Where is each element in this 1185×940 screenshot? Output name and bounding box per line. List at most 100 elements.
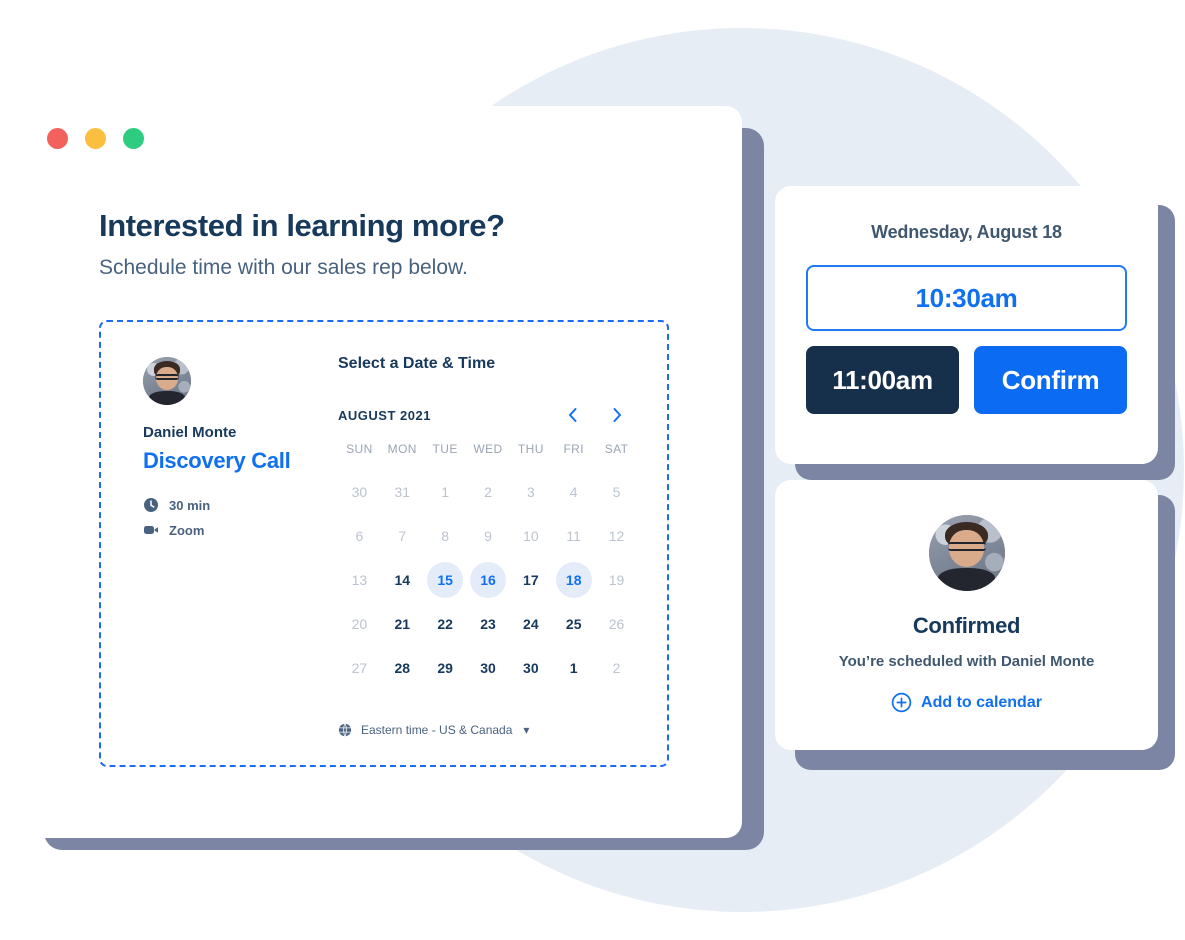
calendar-day-disabled: 30 (338, 470, 381, 514)
confirmation-title: Confirmed (912, 613, 1021, 638)
calendar-day-number: 12 (608, 528, 625, 544)
calendar-day-number: 22 (437, 616, 453, 632)
calendar-day-number: 25 (565, 616, 582, 632)
calendar-day-number: 30 (523, 660, 539, 676)
minimize-window-button[interactable] (85, 128, 106, 149)
calendar-day-number: 30 (351, 484, 368, 500)
calendar-day-number: 21 (394, 616, 411, 632)
calendar-day-number: 1 (441, 484, 450, 500)
calendar-day-disabled: 4 (552, 470, 595, 514)
event-location-label: Zoom (169, 522, 205, 538)
calendar-weekday-wed: WED (473, 442, 503, 456)
screenshot-root: Interested in learning more? Schedule ti… (0, 0, 1185, 940)
calendar-day-number: 5 (612, 484, 621, 500)
calendar-day[interactable]: 22 (424, 602, 467, 646)
event-duration: 30 min (143, 497, 323, 513)
time-slots-card: Wednesday, August 18 10:30am 11:00am Con… (775, 186, 1158, 464)
calendar-day[interactable]: 29 (424, 646, 467, 690)
calendar-day-number: 15 (427, 562, 464, 598)
calendar-day[interactable]: 28 (381, 646, 424, 690)
time-slot-list: 10:30am 11:00am Confirm (775, 243, 1158, 414)
calendar-day[interactable]: 30 (467, 646, 510, 690)
calendar-day-disabled: 12 (595, 514, 638, 558)
page-header: Interested in learning more? Schedule ti… (99, 206, 659, 281)
host-avatar (143, 357, 191, 405)
calendar-day-number: 31 (394, 484, 411, 500)
calendar-weekday-fri: FRI (563, 442, 584, 456)
selected-date-label: Wednesday, August 18 (871, 222, 1062, 242)
calendar-day-number: 4 (569, 484, 578, 500)
calendar-weekday-sun: SUN (346, 442, 373, 456)
calendar-panel: Select a Date & Time AUGUST 2021 SUN MON… (338, 355, 638, 690)
calendar-day-number: 18 (555, 562, 592, 598)
calendar-day-disabled: 26 (595, 602, 638, 646)
calendar-day-disabled: 6 (338, 514, 381, 558)
calendar-day-disabled: 1 (424, 470, 467, 514)
calendar-grid: SUN MON TUE WED THU FRI SAT 30 31 1 2 3 4 5 6 7 8 9 10 11 12… (338, 442, 638, 690)
calendar-day-number: 7 (398, 528, 407, 544)
calendar-day-disabled: 7 (381, 514, 424, 558)
calendar-day-number: 1 (569, 660, 578, 676)
calendar-day-number: 27 (351, 660, 368, 676)
time-slot-selected[interactable]: 10:30am (806, 265, 1127, 331)
calendar-day-number: 11 (566, 528, 581, 544)
time-slot-next[interactable]: 11:00am (806, 346, 959, 414)
next-month-button[interactable] (608, 406, 626, 424)
calendar-day-disabled: 10 (509, 514, 552, 558)
confirmation-subtitle: You’re scheduled with Daniel Monte (838, 653, 1095, 670)
calendar-day-number: 23 (480, 616, 496, 632)
calendar-day-number: 16 (469, 562, 506, 598)
event-duration-label: 30 min (169, 497, 211, 513)
calendar-nav-group (563, 406, 638, 424)
timezone-selector[interactable]: Eastern time - US & Canada ▾ (338, 723, 529, 737)
calendar-day[interactable]: 18 (552, 558, 595, 602)
globe-icon (338, 723, 352, 737)
calendar-weekday-tue: TUE (432, 442, 458, 456)
calendar-day-disabled: 19 (595, 558, 638, 602)
previous-month-button[interactable] (563, 406, 581, 424)
calendar-day-disabled: 2 (467, 470, 510, 514)
calendar-day-number: 26 (608, 616, 625, 632)
calendar-day-number: 3 (526, 484, 535, 500)
calendar-day[interactable]: 16 (467, 558, 510, 602)
page-subtitle: Schedule time with our sales rep below. (99, 255, 468, 279)
calendar-day-number: 9 (484, 528, 492, 544)
calendar-day-disabled: 31 (381, 470, 424, 514)
calendar-day-number: 2 (612, 660, 621, 676)
close-window-button[interactable] (47, 128, 68, 149)
calendar-day[interactable]: 15 (424, 558, 467, 602)
calendar-day-disabled: 11 (552, 514, 595, 558)
calendar-day[interactable]: 24 (509, 602, 552, 646)
scheduling-widget-embed: Daniel Monte Discovery Call 30 min Zoom (99, 320, 669, 767)
calendar-day-disabled: 5 (595, 470, 638, 514)
chevron-left-icon (568, 408, 576, 422)
calendar-day-number: 28 (394, 660, 411, 676)
calendar-day[interactable]: 14 (381, 558, 424, 602)
calendar-day[interactable]: 1 (552, 646, 595, 690)
add-to-calendar-link[interactable]: Add to calendar (775, 692, 1158, 713)
host-name: Daniel Monte (143, 424, 237, 441)
calendar-weekday-sat: SAT (604, 442, 629, 456)
calendar-day-disabled: 3 (509, 470, 552, 514)
calendar-day[interactable]: 25 (552, 602, 595, 646)
calendar-day-disabled: 20 (338, 602, 381, 646)
confirmation-card: Confirmed You’re scheduled with Daniel M… (775, 480, 1158, 750)
calendar-day-number: 24 (523, 616, 539, 632)
calendar-day[interactable]: 17 (509, 558, 552, 602)
confirm-button[interactable]: Confirm (974, 346, 1127, 414)
calendar-day-disabled: 2 (595, 646, 638, 690)
maximize-window-button[interactable] (123, 128, 144, 149)
calendar-day-number: 10 (523, 528, 539, 544)
calendar-day-number: 19 (608, 572, 625, 588)
calendar-day[interactable]: 23 (467, 602, 510, 646)
plus-circle-icon (891, 692, 912, 713)
calendar-day-number: 8 (441, 528, 450, 544)
chevron-right-icon (613, 408, 621, 422)
event-location: Zoom (143, 522, 323, 538)
calendar-weekday-mon: MON (387, 442, 417, 456)
calendar-day-number: 13 (351, 572, 368, 588)
video-camera-icon (144, 526, 158, 534)
calendar-day[interactable]: 21 (381, 602, 424, 646)
calendar-day-disabled: 8 (424, 514, 467, 558)
calendar-day[interactable]: 30 (509, 646, 552, 690)
